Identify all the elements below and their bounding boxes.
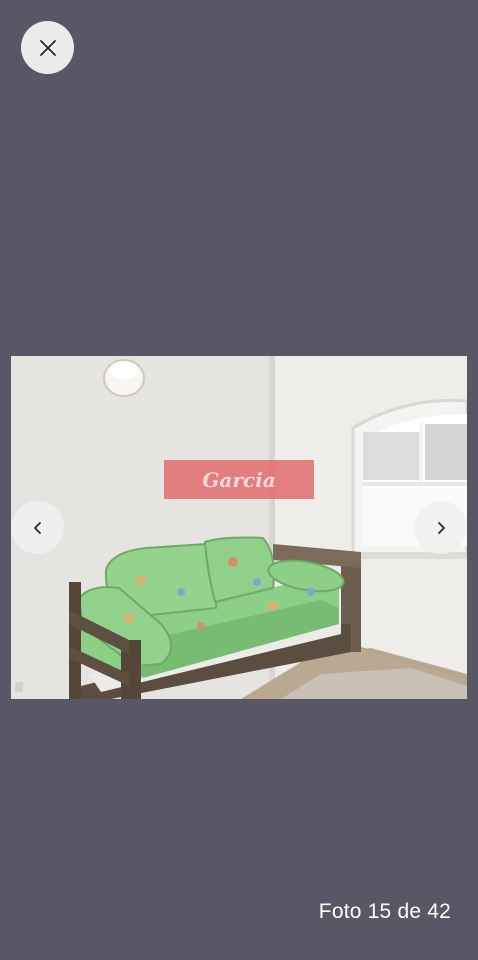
close-button[interactable] [21, 21, 74, 74]
close-icon [39, 39, 56, 56]
room-photo-illustration: Garcia [11, 356, 467, 699]
gallery-photo: Garcia [11, 356, 467, 699]
photo-counter: Foto 15 de 42 [318, 900, 451, 923]
previous-photo-button[interactable] [11, 501, 64, 554]
chevron-left-icon [33, 521, 41, 534]
chevron-right-icon [437, 521, 445, 534]
next-photo-button[interactable] [414, 501, 467, 554]
watermark-text: Garcia [202, 468, 275, 492]
